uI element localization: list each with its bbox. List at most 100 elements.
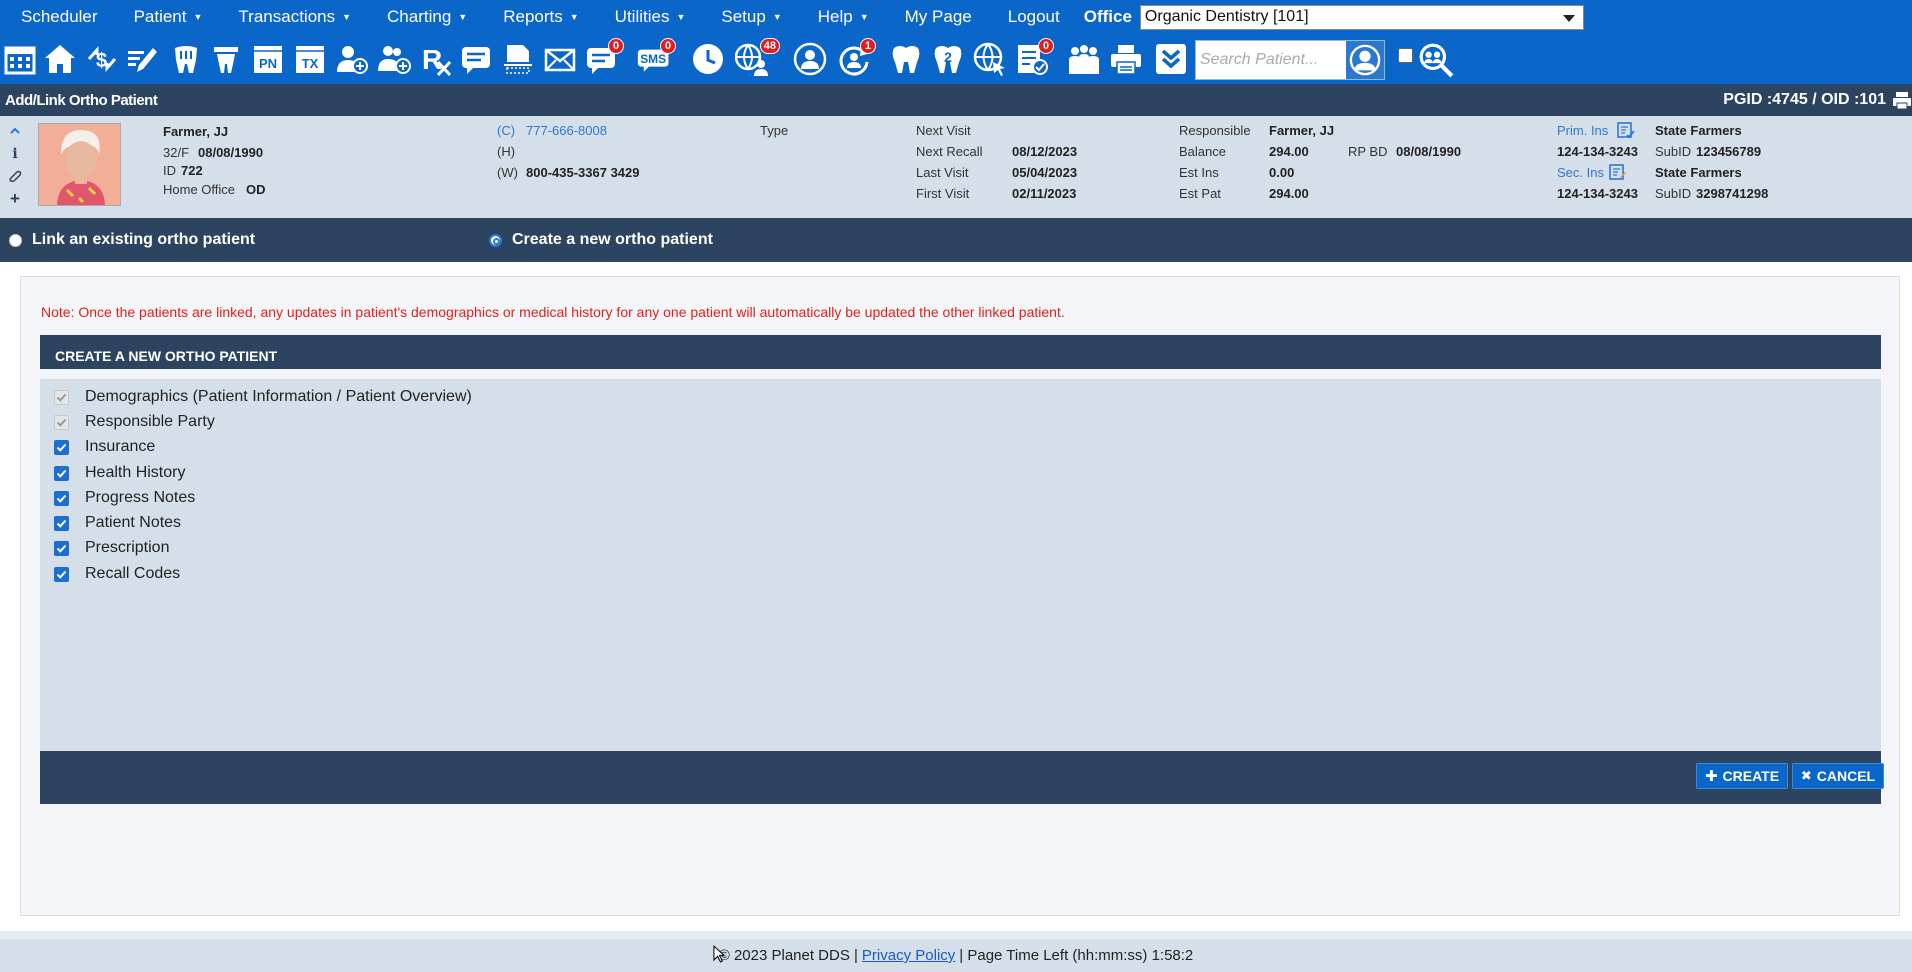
online-booking-icon[interactable] xyxy=(792,40,828,78)
document-scan-icon[interactable] xyxy=(500,40,536,78)
menu-reports[interactable]: Reports ▼ xyxy=(483,7,578,27)
web-patients-icon[interactable]: 48 xyxy=(734,38,780,78)
menu-help[interactable]: Help ▼ xyxy=(798,7,869,27)
sms-badge: 0 xyxy=(660,38,676,54)
menu-setup[interactable]: Setup ▼ xyxy=(701,7,781,27)
menu-label: My Page xyxy=(904,7,972,26)
page-title-bar: Add/Link Ortho Patient PGID :4745 / OID … xyxy=(0,84,1912,116)
type-label: Type xyxy=(760,123,789,138)
menu-my-page[interactable]: My Page xyxy=(885,7,972,27)
add-family-icon[interactable] xyxy=(376,40,412,78)
menu-transactions[interactable]: Transactions ▼ xyxy=(218,7,351,27)
caret-down-icon: ▼ xyxy=(569,12,579,22)
office-select-value: Organic Dentistry [101] xyxy=(1144,8,1309,25)
info-icon[interactable]: i xyxy=(8,147,22,161)
home-office-value: OD xyxy=(246,182,266,197)
patient-photo[interactable] xyxy=(38,123,121,206)
option-checkbox[interactable] xyxy=(54,566,69,582)
option-checkbox[interactable] xyxy=(54,540,69,556)
option-checkbox[interactable] xyxy=(54,515,69,531)
office-select[interactable]: Organic Dentistry [101] xyxy=(1139,4,1584,30)
forms-icon[interactable]: 0 xyxy=(1014,38,1054,78)
svg-text:$: $ xyxy=(96,50,107,72)
menu-label: Patient xyxy=(133,7,187,26)
option-checkbox[interactable] xyxy=(54,465,69,481)
sms-icon[interactable]: SMS 0 xyxy=(636,38,676,78)
collapse-up-icon[interactable] xyxy=(8,124,22,138)
home-office-label: Home Office xyxy=(163,182,236,197)
more-chevron-icon[interactable] xyxy=(1153,40,1189,78)
privacy-policy-link[interactable]: Privacy Policy xyxy=(862,947,955,964)
menu-label: Help xyxy=(817,7,853,26)
family-icon[interactable] xyxy=(1066,40,1102,78)
radio-link-existing[interactable]: Link an existing ortho patient xyxy=(9,231,255,249)
secondary-subid-label: SubID xyxy=(1655,186,1692,201)
main-area: Note: Once the patients are linked, any … xyxy=(0,262,1912,932)
treatment-plan-icon[interactable]: TX xyxy=(292,40,328,78)
print-page-icon[interactable] xyxy=(1892,90,1912,110)
plus-icon: ✚ xyxy=(1704,768,1718,785)
ledger-dollar-icon[interactable]: $ xyxy=(84,40,120,78)
cancel-button[interactable]: ✖ CANCEL xyxy=(1792,763,1884,789)
menu-patient[interactable]: Patient ▼ xyxy=(114,7,203,27)
est-ins-value: 0.00 xyxy=(1269,165,1295,180)
calendar-icon[interactable] xyxy=(2,40,38,78)
secondary-ins-card-icon[interactable] xyxy=(1609,163,1627,184)
create-button[interactable]: ✚ CREATE xyxy=(1696,763,1788,789)
option-checkbox[interactable] xyxy=(54,439,69,455)
second-opinion-tooth-icon[interactable]: 2 xyxy=(930,40,966,78)
option-row[interactable]: Progress Notes xyxy=(54,489,195,507)
mail-icon[interactable] xyxy=(542,40,578,78)
forms-badge: 0 xyxy=(1038,38,1054,54)
page-time-left: | Page Time Left (hh:mm:ss) 1:58:2 xyxy=(959,947,1194,964)
clock-icon[interactable] xyxy=(690,40,726,78)
menu-scheduler[interactable]: Scheduler xyxy=(0,7,98,27)
option-checkbox[interactable] xyxy=(54,490,69,506)
option-row[interactable]: Recall Codes xyxy=(54,565,180,583)
two-text: 2 xyxy=(944,49,952,65)
edit-notes-icon[interactable] xyxy=(124,40,160,78)
home-icon[interactable] xyxy=(42,40,78,78)
menu-charting[interactable]: Charting ▼ xyxy=(367,7,467,27)
option-row[interactable]: Health History xyxy=(54,464,185,482)
advanced-search-icon[interactable] xyxy=(1418,42,1454,83)
web-portal-icon[interactable] xyxy=(972,40,1008,78)
mouse-cursor-icon xyxy=(713,944,726,969)
last-visit-value: 05/04/2023 xyxy=(1012,165,1078,180)
next-recall-value: 08/12/2023 xyxy=(1012,144,1078,159)
paperclip-icon[interactable] xyxy=(8,169,22,183)
menu-label: Setup xyxy=(721,7,766,26)
balance-value: 294.00 xyxy=(1269,144,1309,159)
primary-insurance-link[interactable]: Prim. Ins xyxy=(1557,123,1608,138)
tooth-icon[interactable] xyxy=(888,40,924,78)
primary-ins-card-icon[interactable] xyxy=(1617,121,1635,142)
search-patient-input[interactable] xyxy=(1196,51,1346,69)
notes-icon[interactable] xyxy=(458,40,494,78)
secondary-insurance-link[interactable]: Sec. Ins xyxy=(1557,165,1604,180)
radio-create-new[interactable]: Create a new ortho patient xyxy=(489,231,713,249)
progress-notes-icon[interactable]: PN xyxy=(250,40,286,78)
option-row[interactable]: Insurance xyxy=(54,438,155,456)
tooth-chart-icon[interactable] xyxy=(168,40,204,78)
add-patient-icon[interactable] xyxy=(334,40,370,78)
add-plus-icon[interactable]: + xyxy=(8,190,22,207)
menu-label: Charting xyxy=(387,7,452,26)
option-row[interactable]: Patient Notes xyxy=(54,514,181,532)
web-badge: 48 xyxy=(759,38,780,54)
recall-icon[interactable]: 1 xyxy=(836,38,876,78)
menu-utilities[interactable]: Utilities ▼ xyxy=(595,7,686,27)
phone-cell-link[interactable]: 777-666-8008 xyxy=(526,123,607,138)
option-checkbox xyxy=(54,389,69,405)
print-icon[interactable] xyxy=(1108,40,1144,78)
menu-logout[interactable]: Logout xyxy=(988,7,1060,27)
secondary-subid: 3298741298 xyxy=(1696,186,1769,201)
search-patient-icon[interactable] xyxy=(1346,41,1384,79)
perio-chart-icon[interactable] xyxy=(208,40,244,78)
pn-text: PN xyxy=(259,56,277,71)
search-option-checkbox[interactable] xyxy=(1398,48,1413,63)
option-row[interactable]: Prescription xyxy=(54,539,169,557)
prescription-icon[interactable]: R xyxy=(418,40,454,78)
patient-name: Farmer, JJ xyxy=(163,124,229,139)
messages-icon[interactable]: 0 xyxy=(584,38,624,78)
last-visit-label: Last Visit xyxy=(916,165,969,180)
